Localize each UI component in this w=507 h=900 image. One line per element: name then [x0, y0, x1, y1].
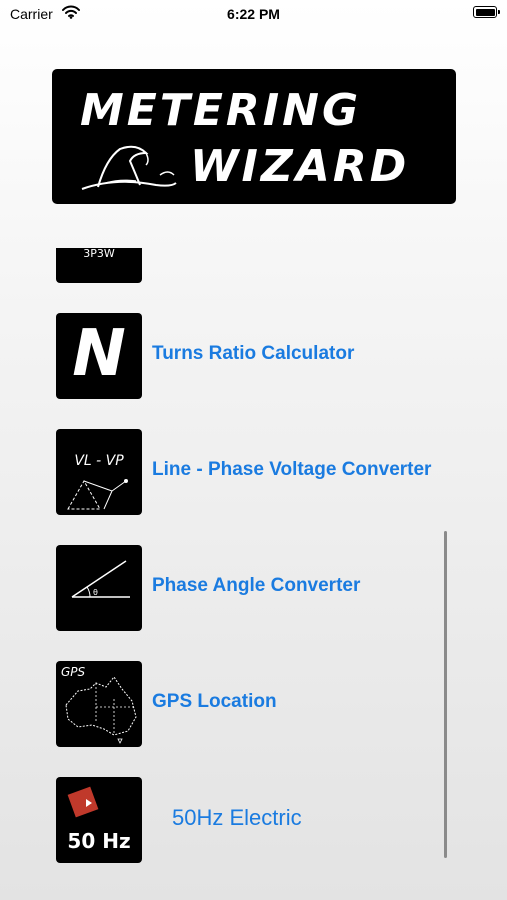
list-item-phase-angle[interactable]: θ Phase Angle Converter — [0, 545, 507, 631]
scrollbar[interactable] — [444, 531, 447, 858]
svg-text:θ: θ — [93, 588, 98, 597]
angle-icon: θ — [56, 545, 142, 631]
turns-ratio-icon: N — [56, 313, 142, 399]
3p3w-thumb-label: 3P3W — [83, 248, 115, 260]
50hz-thumb-text: 50 Hz — [67, 829, 131, 853]
list-item-3p3w[interactable]: 3P3W — [0, 248, 507, 284]
app-logo: METERING WIZARD — [52, 69, 456, 204]
list-item-50hz[interactable]: 50 Hz 50Hz Electric — [0, 777, 507, 863]
50hz-logo-icon: 50 Hz — [56, 777, 142, 863]
50hz-electric-label[interactable]: 50Hz Electric — [172, 805, 302, 831]
3p3w-thumbnail: 3P3W — [56, 248, 142, 283]
list-item-line-phase-voltage[interactable]: VL - VP Line - Phase Voltage Converter — [0, 429, 507, 515]
battery-icon — [473, 6, 500, 18]
wizard-hat-icon — [81, 145, 177, 190]
voltage-triangle-icon: VL - VP — [56, 429, 142, 515]
phase-angle-label[interactable]: Phase Angle Converter — [152, 575, 360, 597]
clock: 6:22 PM — [227, 6, 280, 22]
tools-list[interactable]: 3P3W N Turns Ratio Calculator VL - VP Li… — [0, 248, 507, 900]
logo-title-line2: WIZARD — [190, 141, 410, 192]
line-phase-voltage-label[interactable]: Line - Phase Voltage Converter — [152, 459, 431, 481]
status-bar: Carrier 6:22 PM — [0, 0, 507, 30]
gps-location-label[interactable]: GPS Location — [152, 691, 277, 713]
turns-ratio-thumb-text: N — [72, 317, 126, 391]
logo-title-line1: METERING — [80, 85, 362, 136]
turns-ratio-label[interactable]: Turns Ratio Calculator — [152, 343, 354, 365]
list-item-turns-ratio[interactable]: N Turns Ratio Calculator — [0, 313, 507, 399]
list-item-gps[interactable]: GPS GPS Location — [0, 661, 507, 747]
australia-map-icon: GPS — [56, 661, 142, 747]
